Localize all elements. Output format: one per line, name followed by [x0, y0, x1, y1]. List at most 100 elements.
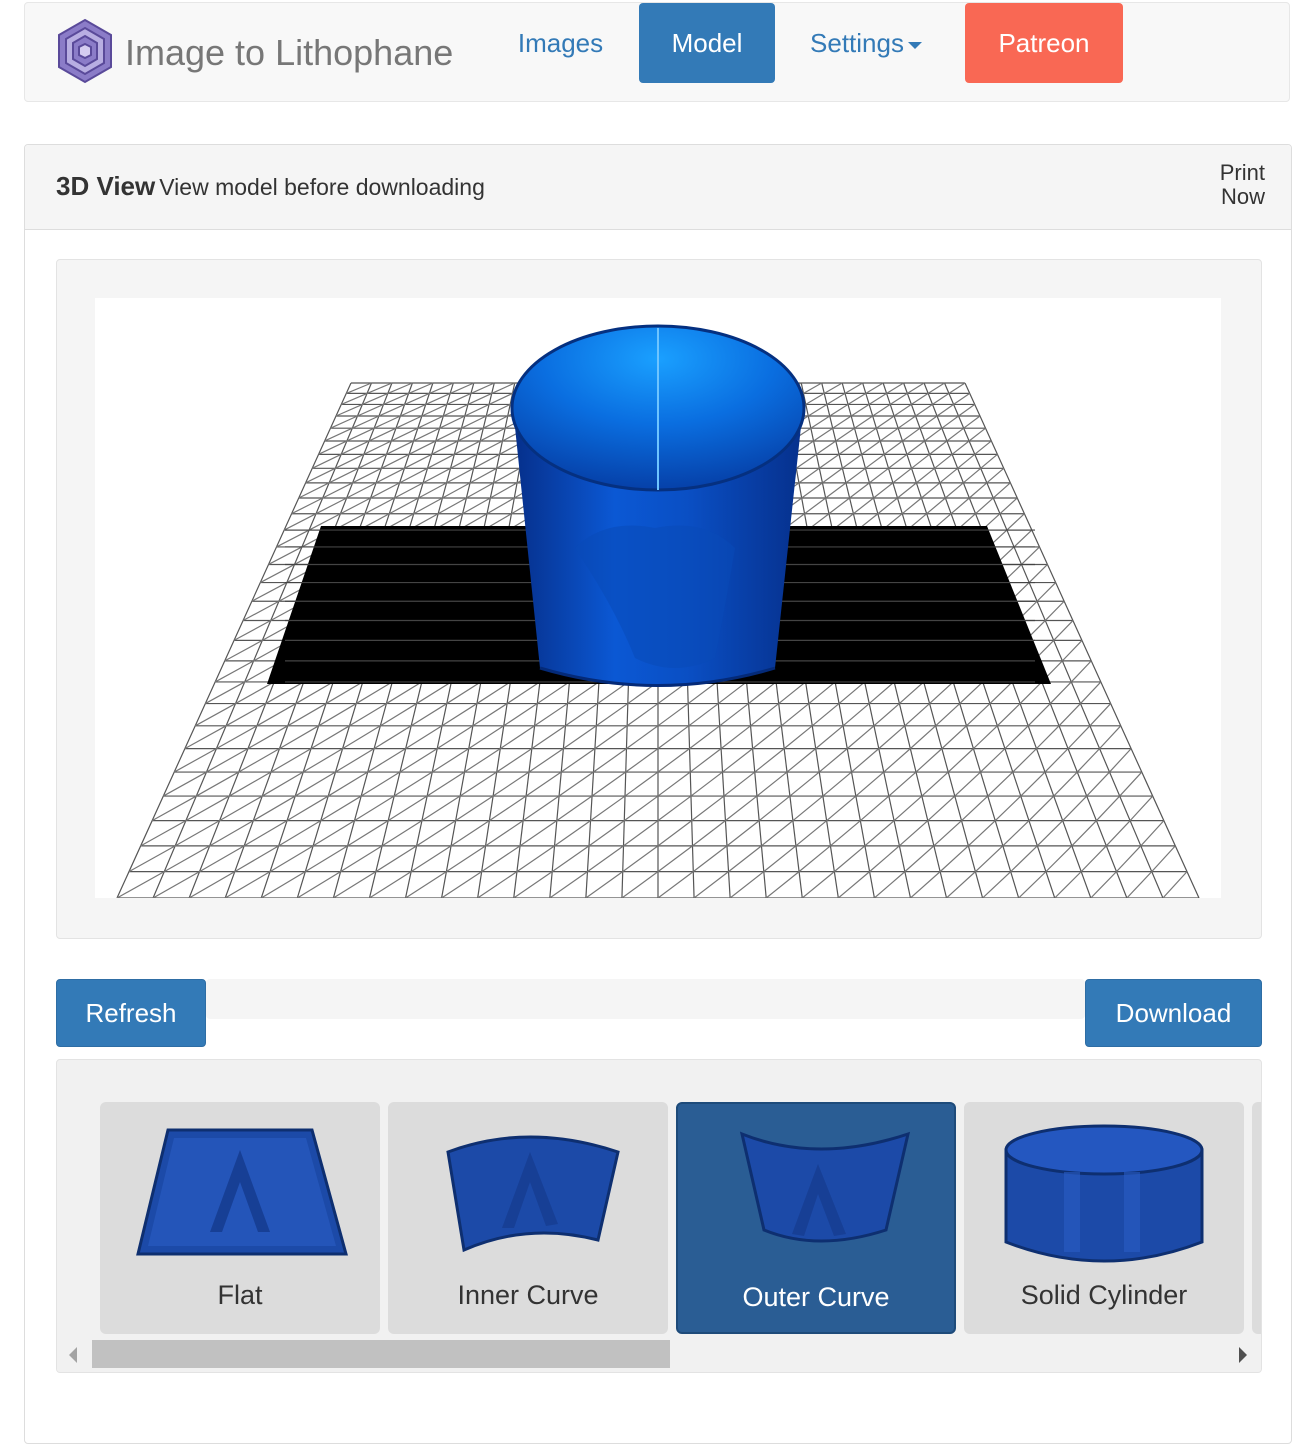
grid-line [174, 820, 220, 847]
grid-line [879, 427, 899, 442]
grid-line [865, 453, 885, 469]
grid-line [657, 820, 693, 847]
grid-line [869, 467, 889, 484]
grid-line [1028, 564, 1048, 583]
grid-line [967, 820, 996, 847]
grid-line [657, 771, 691, 797]
grid-line [233, 620, 272, 641]
grid-line [1049, 681, 1072, 704]
grid-line [987, 771, 1014, 797]
shape-card-partial[interactable] [1252, 1102, 1261, 1334]
nav-model[interactable]: Model [639, 3, 775, 83]
grid-line [947, 748, 974, 773]
download-button[interactable]: Download [1085, 979, 1262, 1047]
grid-line [818, 748, 848, 773]
grid-line [163, 771, 207, 797]
inner-curve-shape-icon [446, 1135, 620, 1253]
progress-bar [206, 979, 1085, 1019]
panel-title: 3D View View model before downloading [56, 171, 485, 202]
grid-line [243, 820, 288, 847]
grid-line [692, 820, 726, 847]
shape-label-outer-curve: Outer Curve [742, 1282, 890, 1312]
grid-line [761, 820, 794, 847]
grid-line [140, 820, 187, 847]
grid-line [811, 703, 840, 727]
grid-line [798, 467, 820, 484]
grid-line [910, 871, 941, 898]
scroll-left-arrow-icon[interactable] [69, 1347, 77, 1363]
grid-line [593, 748, 627, 773]
shape-card-flat[interactable]: Flat [100, 1102, 380, 1334]
grid-line [490, 482, 518, 499]
grid-line [803, 382, 823, 394]
print-now-link[interactable]: Print Now [1220, 161, 1265, 209]
grid-line [878, 725, 906, 750]
grid-line [850, 403, 870, 417]
grid-line [789, 771, 820, 797]
grid-line [476, 440, 503, 455]
grid-line [591, 771, 627, 797]
grid-line [810, 415, 831, 429]
grid-line [265, 681, 305, 705]
grid-line [752, 725, 782, 750]
grid-line [472, 703, 508, 727]
carousel-scrollbar[interactable] [57, 1338, 1261, 1372]
scroll-right-arrow-icon[interactable] [1239, 1347, 1247, 1363]
grid-line [902, 427, 921, 442]
grid-line [464, 748, 501, 773]
grid-line [726, 820, 760, 847]
grid-line [756, 771, 788, 797]
shape-card-solid-cylinder[interactable]: Solid Cylinder [964, 1102, 1244, 1334]
grid-line [625, 748, 659, 773]
grid-line [946, 871, 976, 898]
grid-line [588, 820, 625, 847]
grid-line [899, 820, 929, 847]
grid-line [688, 703, 719, 727]
grid-line [929, 681, 954, 705]
grid-line [486, 403, 511, 417]
grid-line [719, 703, 749, 727]
grid-line [426, 771, 465, 797]
shape-card-inner-curve[interactable]: Inner Curve [388, 1102, 668, 1334]
grid-line [551, 845, 590, 873]
nav-patreon[interactable]: Patreon [965, 3, 1123, 83]
grid-line [489, 795, 527, 822]
grid-line [369, 871, 412, 898]
grid-line [868, 392, 887, 405]
grid-line [441, 703, 478, 727]
scrollbar-thumb[interactable] [92, 1340, 670, 1368]
grid-line [622, 845, 659, 873]
brand[interactable]: Image to Lithophane [55, 13, 453, 93]
grid-line [387, 795, 428, 822]
grid-line [693, 871, 729, 898]
grid-line [624, 771, 659, 797]
grid-line [163, 845, 210, 873]
grid-line [410, 703, 448, 727]
grid-line [941, 415, 959, 429]
grid-line [927, 382, 945, 394]
refresh-button[interactable]: Refresh [56, 979, 206, 1047]
grid-line [819, 453, 840, 469]
3d-model-viewer[interactable] [95, 298, 1221, 898]
grid-line [1004, 725, 1029, 750]
grid-line [801, 871, 835, 898]
grid-line [728, 845, 762, 873]
grid-line [854, 415, 873, 429]
grid-line [442, 482, 471, 499]
nav-images[interactable]: Images [513, 3, 608, 83]
grid-line [994, 795, 1022, 822]
grid-line [929, 440, 948, 455]
grid-line [781, 703, 810, 727]
grid-line [1044, 748, 1069, 773]
grid-line [443, 403, 469, 417]
grid-line [283, 513, 317, 531]
grid-line [493, 467, 520, 484]
grid-line [1086, 771, 1110, 797]
shape-carousel[interactable]: Flat Inner Curve Outer Curve Solid Cylin… [56, 1059, 1262, 1373]
grid-line [906, 440, 926, 455]
grid-line [828, 497, 850, 515]
grid-line [375, 845, 417, 873]
grid-line [1080, 681, 1102, 704]
nav-settings-dropdown[interactable]: Settings [801, 3, 931, 83]
shape-card-outer-curve[interactable]: Outer Curve [676, 1102, 956, 1334]
